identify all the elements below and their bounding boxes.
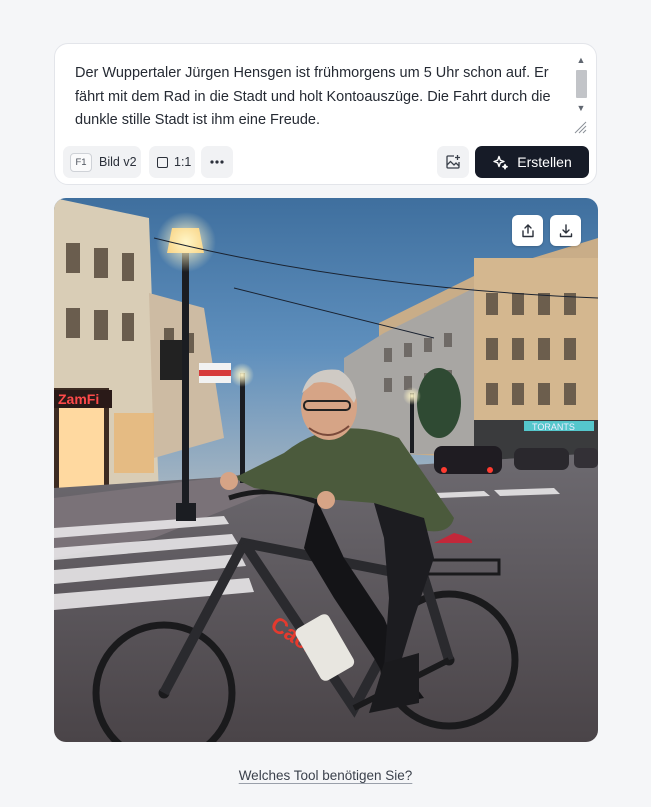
- scroll-thumb[interactable]: [576, 70, 587, 98]
- create-button[interactable]: Erstellen: [475, 146, 589, 178]
- model-label: Bild v2: [99, 155, 137, 169]
- prompt-toolbar: F1 Bild v2 1:1 Erstellen: [63, 146, 589, 178]
- scroll-down-icon[interactable]: ▼: [574, 102, 588, 114]
- image-plus-icon: [446, 155, 460, 169]
- prompt-textarea[interactable]: Der Wuppertaler Jürgen Hensgen ist frühm…: [75, 62, 553, 133]
- footer: Welches Tool benötigen Sie?: [0, 768, 651, 783]
- aspect-ratio-label: 1:1: [174, 155, 192, 169]
- download-icon: [559, 223, 572, 237]
- download-button[interactable]: [550, 215, 581, 246]
- resize-handle-icon[interactable]: [573, 120, 587, 134]
- tool-help-link[interactable]: Welches Tool benötigen Sie?: [239, 768, 413, 783]
- square-icon: [157, 156, 168, 168]
- city-cyclist-scene: TORANTS ZamFi: [54, 198, 598, 742]
- scroll-up-icon[interactable]: ▲: [574, 54, 588, 66]
- restaurant-sign-text: TORANTS: [532, 422, 575, 432]
- create-button-label: Erstellen: [517, 154, 572, 170]
- aspect-ratio-button[interactable]: 1:1: [149, 146, 195, 178]
- model-badge: F1: [70, 152, 92, 172]
- shop-sign-text: ZamFi: [58, 391, 99, 407]
- share-icon: [521, 223, 534, 237]
- textarea-scrollbar[interactable]: ▲ ▼: [574, 54, 588, 116]
- add-image-button[interactable]: [437, 146, 469, 178]
- more-options-button[interactable]: [201, 146, 233, 178]
- model-selector-button[interactable]: F1 Bild v2: [63, 146, 141, 178]
- generated-image[interactable]: TORANTS ZamFi: [54, 198, 598, 742]
- sparkles-icon: [493, 155, 509, 170]
- more-horizontal-icon: [210, 160, 224, 164]
- prompt-card: Der Wuppertaler Jürgen Hensgen ist frühm…: [54, 43, 597, 185]
- share-button[interactable]: [512, 215, 543, 246]
